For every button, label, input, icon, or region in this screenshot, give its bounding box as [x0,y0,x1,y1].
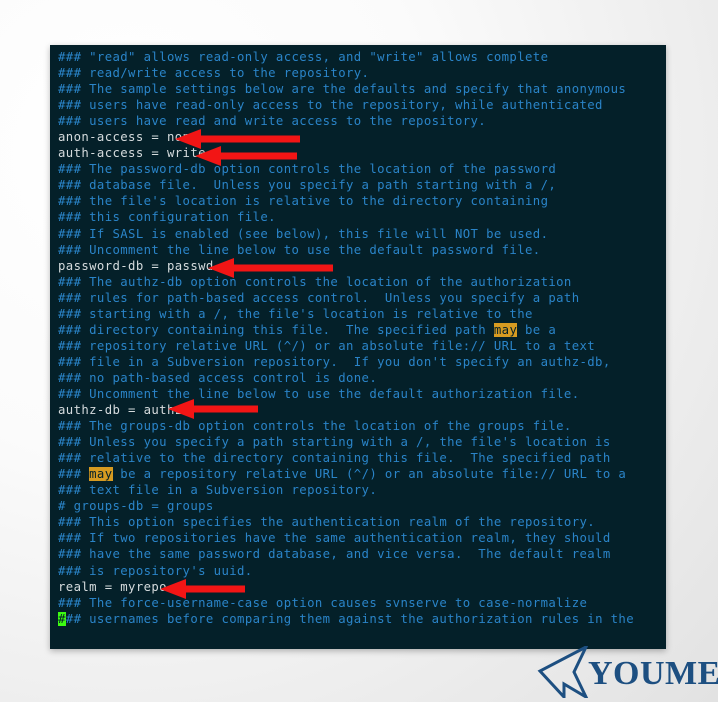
terminal-line: ### Unless you specify a path starting w… [58,434,666,450]
terminal-line: ### repository relative URL (^/) or an a… [58,338,666,354]
config-setting-line: authz-db = authz [58,403,183,418]
terminal-line: realm = myrepo [58,579,666,595]
terminal-line: ### directory containing this file. The … [58,322,666,338]
terminal-line: ### If two repositories have the same au… [58,530,666,546]
terminal-line: ### users have read-only access to the r… [58,97,666,113]
comment-text: # groups-db = groups [58,499,214,514]
comment-text: ### Unless you specify a path starting w… [58,435,611,450]
comment-text: ### this configuration file. [58,210,276,225]
comment-text: ### relative to the directory containing… [58,451,611,466]
terminal-line: ### file in a Subversion repository. If … [58,354,666,370]
terminal-line: ### The sample settings below are the de… [58,81,666,97]
comment-text: ### Uncomment the line below to use the … [58,386,580,401]
terminal-line: ### This option specifies the authentica… [58,514,666,530]
terminal-line: ### may be a repository relative URL (^/… [58,466,666,482]
terminal-line: ### this configuration file. [58,209,666,225]
comment-text: ### Uncomment the line below to use the … [58,242,541,257]
comment-text: ### directory containing this file. The … [58,322,494,337]
comment-text: ### have the same password database, and… [58,547,611,562]
terminal-line: ### Uncomment the line below to use the … [58,386,666,402]
comment-text: ### The authz-db option controls the loc… [58,274,572,289]
terminal-line: auth-access = write [58,145,666,161]
page-canvas: ### "read" allows read-only access, and … [0,0,718,702]
search-highlight: may [493,322,518,337]
terminal-line: ### database file. Unless you specify a … [58,177,666,193]
comment-text: ### If two repositories have the same au… [58,531,611,546]
terminal-line: ### relative to the directory containing… [58,450,666,466]
terminal-line: ### The force-username-case option cause… [58,595,666,611]
search-highlight: may [89,467,113,482]
comment-text: ### If SASL is enabled (see below), this… [58,226,549,241]
comment-text: ### text file in a Subversion repository… [58,483,378,498]
comment-text: be a [517,322,557,337]
youmeek-logo: YOUMEEK [534,643,718,702]
comment-text: ### The password-db option controls the … [58,162,557,177]
comment-text: ### [58,467,90,482]
terminal-line: ### have the same password database, and… [58,546,666,562]
terminal-text-area[interactable]: ### "read" allows read-only access, and … [58,49,666,627]
comment-text: ### The groups-db option controls the lo… [58,419,572,434]
comment-text: ### users have read and write access to … [58,114,487,129]
terminal-line: ### If SASL is enabled (see below), this… [58,226,666,242]
comment-text: ### database file. Unless you specify a … [58,178,557,193]
comment-text: ### "read" allows read-only access, and … [58,50,549,64]
terminal-line: ### text file in a Subversion repository… [58,482,666,498]
terminal-line: ### is repository's uuid. [58,563,666,579]
comment-text: ## usernames before comparing them again… [65,611,634,626]
terminal-line: ### the file's location is relative to t… [58,193,666,209]
terminal-line: ### no path-based access control is done… [58,370,666,386]
comment-text: ### The force-username-case option cause… [58,595,588,610]
terminal-line: ### The password-db option controls the … [58,161,666,177]
terminal-line: ### rules for path-based access control.… [58,290,666,306]
comment-text: ### is repository's uuid. [58,563,253,578]
terminal-line: # groups-db = groups [58,498,666,514]
terminal-line: password-db = passwd [58,258,666,274]
comment-text: ### This option specifies the authentica… [58,515,596,530]
comment-text: ### users have read-only access to the r… [58,98,603,113]
logo-chevron-arrow-icon [534,643,590,702]
config-setting-line: anon-access = none [58,130,199,145]
terminal-line: ### Uncomment the line below to use the … [58,242,666,258]
terminal-line: ### users have read and write access to … [58,113,666,129]
comment-text: ### rules for path-based access control.… [58,290,580,305]
comment-text: ### The sample settings below are the de… [58,82,627,97]
terminal-cursor: # [58,611,66,626]
comment-text: be a repository relative URL (^/) or an … [112,467,627,482]
terminal-line: ### starting with a /, the file's locati… [58,306,666,322]
comment-text: ### read/write access to the repository. [58,66,370,81]
terminal-line: ### read/write access to the repository. [58,65,666,81]
logo-wordmark: YOUMEEK [588,655,718,692]
terminal-line: ### The groups-db option controls the lo… [58,418,666,434]
terminal-line: ### The authz-db option controls the loc… [58,274,666,290]
terminal-line: ### "read" allows read-only access, and … [58,49,666,65]
terminal-line: anon-access = none [58,129,666,145]
comment-text: ### no path-based access control is done… [58,370,378,385]
comment-text: ### file in a Subversion repository. If … [58,354,611,369]
comment-text: ### repository relative URL (^/) or an a… [58,338,596,353]
terminal-window[interactable]: ### "read" allows read-only access, and … [50,45,666,649]
terminal-line: authz-db = authz [58,402,666,418]
config-setting-line: realm = myrepo [58,579,167,594]
config-setting-line: password-db = passwd [58,258,214,273]
comment-text: ### the file's location is relative to t… [58,194,549,209]
terminal-line: ### usernames before comparing them agai… [58,611,666,627]
comment-text: ### starting with a /, the file's locati… [58,306,533,321]
config-setting-line: auth-access = write [58,146,206,161]
